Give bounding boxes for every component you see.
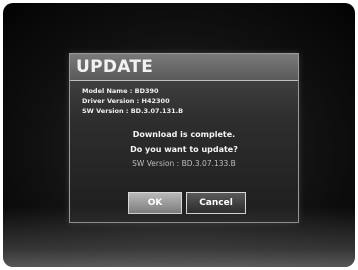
device-info: Model Name : BD390 Driver Version : H423… (82, 86, 183, 116)
driver-version: Driver Version : H42300 (82, 97, 170, 105)
update-dialog: UPDATE Model Name : BD390 Driver Version… (69, 53, 299, 223)
tv-screen: UPDATE Model Name : BD390 Driver Version… (3, 3, 355, 267)
new-sw-version: SW Version : BD.3.07.133.B (132, 159, 236, 168)
current-sw-version: SW Version : BD.3.07.131.B (82, 107, 184, 115)
cancel-button[interactable]: Cancel (186, 192, 246, 214)
dialog-title: UPDATE (76, 57, 154, 77)
dialog-title-bar: UPDATE (70, 54, 298, 81)
download-complete-text: Download is complete. (132, 130, 236, 139)
model-name: Model Name : BD390 (82, 87, 159, 95)
update-prompt-text: Do you want to update? (130, 145, 238, 154)
ok-button[interactable]: OK (128, 192, 182, 214)
